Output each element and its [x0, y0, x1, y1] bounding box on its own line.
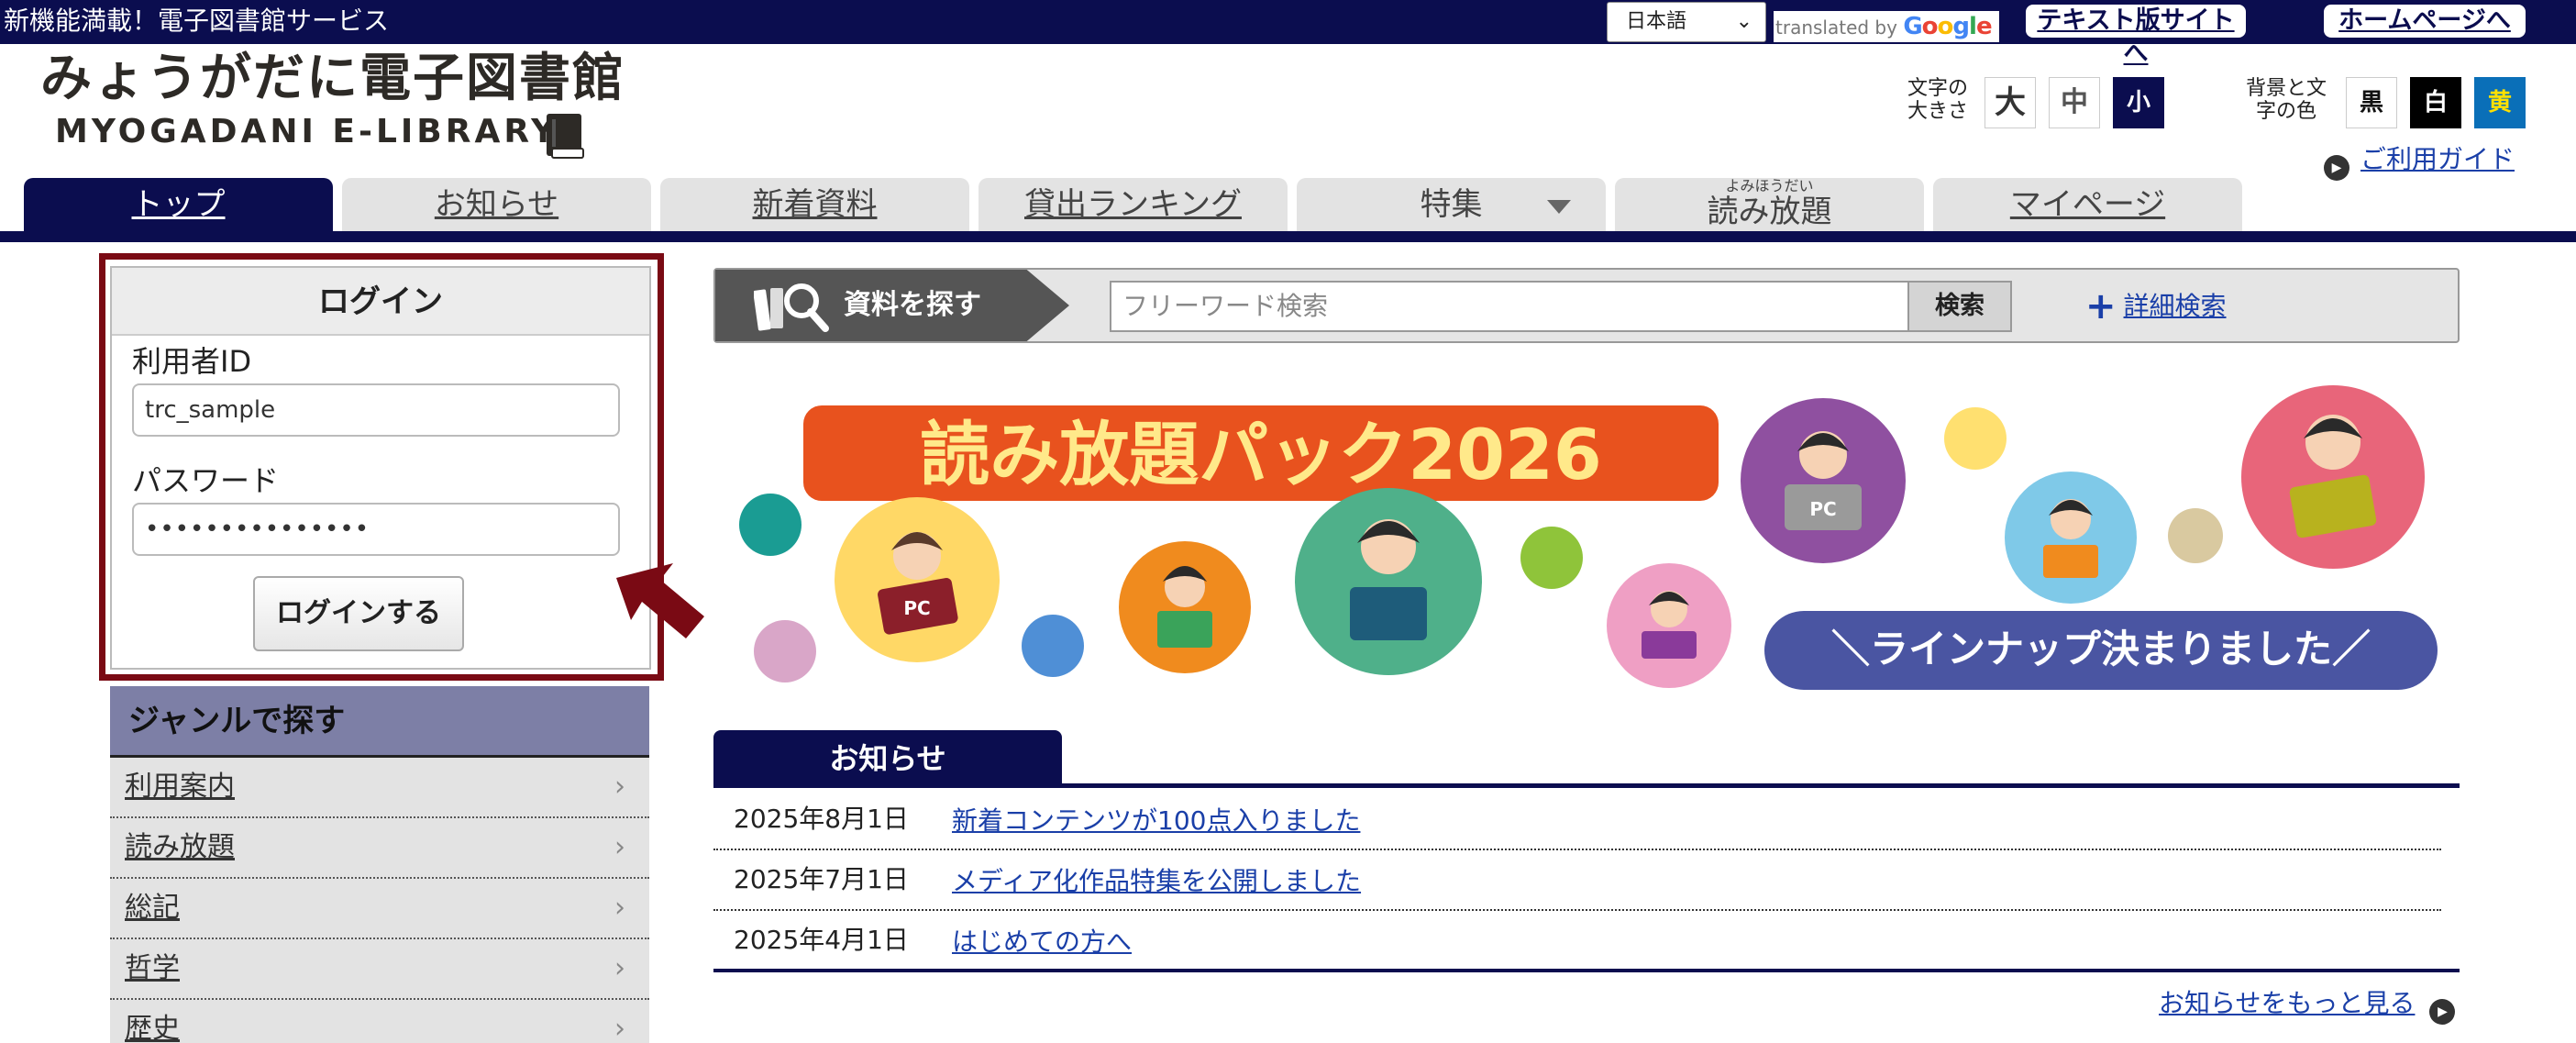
genre-section-title: ジャンルで探す	[110, 686, 649, 758]
news-more-link[interactable]: お知らせをもっと見る ▶	[2159, 987, 2456, 1025]
genre-item[interactable]: 利用案内 ›	[110, 758, 649, 818]
translated-by-text: translated by	[1775, 17, 1897, 39]
tab-features[interactable]: 特集	[1297, 178, 1606, 231]
triangle-down-icon	[1547, 200, 1571, 214]
genre-item[interactable]: 総記 ›	[110, 879, 649, 939]
usage-guide-link[interactable]: ▶ ご利用ガイド	[2324, 143, 2515, 181]
tab-mypage[interactable]: マイページ	[1933, 178, 2242, 231]
news-section-title: お知らせ	[713, 730, 1062, 785]
top-bar: 新機能満載！電子図書館サービス 日本語 ⌄ translated by Goog…	[0, 0, 2576, 68]
play-circle-icon: ▶	[2324, 155, 2349, 181]
google-logo: Google	[1903, 13, 1992, 40]
news-row: 2025年4月1日 はじめての方へ	[713, 911, 2441, 971]
genre-item[interactable]: 哲学 ›	[110, 939, 649, 1000]
news-row: 2025年8月1日 新着コンテンツが100点入りました	[713, 790, 2441, 850]
unlimited-reading-banner[interactable]: 読み放題パック2026 PC PC ＼ラインナップ決まりました／	[713, 367, 2460, 706]
play-circle-icon: ▶	[2429, 999, 2456, 1025]
search-input[interactable]: フリーワード検索	[1110, 281, 1909, 332]
font-size-small-button[interactable]: 小	[2113, 77, 2164, 128]
news-title-link[interactable]: メディア化作品特集を公開しました	[952, 865, 1361, 898]
tab-label: お知らせ	[434, 186, 559, 223]
banner-title: 読み放題パック2026	[920, 414, 1602, 495]
plus-icon: +	[2085, 285, 2117, 327]
color-yellow-button[interactable]: 黄	[2474, 77, 2526, 128]
genre-item-label: 読み放題	[125, 831, 235, 863]
google-translate-badge[interactable]: translated by Google	[1774, 11, 1999, 42]
font-size-medium-button[interactable]: 中	[2049, 77, 2100, 128]
user-id-label: 利用者ID	[132, 344, 252, 379]
font-size-label: 文字の大きさ	[1907, 77, 1968, 123]
color-white-button[interactable]: 白	[2410, 77, 2461, 128]
genre-item-label: 歴史	[125, 1013, 180, 1043]
news-date: 2025年4月1日	[734, 925, 909, 955]
search-button[interactable]: 検索	[1907, 281, 2012, 332]
chevron-right-icon: ›	[614, 952, 625, 984]
background-color-label: 背景と文字の色	[2245, 77, 2327, 123]
font-size-large-button[interactable]: 大	[1985, 77, 2036, 128]
site-logo-japanese[interactable]: みょうがだに電子図書館	[40, 50, 625, 108]
usage-guide-label: ご利用ガイド	[2360, 144, 2515, 174]
news-date: 2025年8月1日	[734, 804, 909, 834]
tab-label: マイページ	[2009, 186, 2166, 223]
tab-label: 特集	[1420, 186, 1483, 223]
tab-ranking[interactable]: 貸出ランキング	[978, 178, 1288, 231]
chevron-right-icon: ›	[614, 1013, 625, 1043]
password-input[interactable]: •••••••••••••••	[132, 503, 620, 556]
homepage-link[interactable]: ホームページへ	[2324, 5, 2526, 38]
book-search-icon	[754, 283, 829, 332]
news-top-line	[713, 783, 2460, 788]
login-title: ログイン	[112, 268, 649, 336]
tab-news[interactable]: お知らせ	[342, 178, 651, 231]
chevron-right-icon: ›	[614, 831, 625, 863]
genre-item-label: 利用案内	[125, 771, 235, 803]
news-bottom-line	[713, 969, 2460, 972]
book-icon	[547, 114, 584, 159]
tab-unlimited-reading[interactable]: よみほうだい 読み放題	[1615, 178, 1924, 231]
news-title-link[interactable]: はじめての方へ	[952, 926, 1132, 959]
laptop-label: PC	[903, 597, 930, 619]
pointer-arrow-icon	[616, 563, 704, 638]
site-tagline: 新機能満載！電子図書館サービス	[4, 6, 390, 36]
genre-item-label: 総記	[125, 892, 180, 924]
advanced-search-label: 詳細検索	[2123, 291, 2227, 321]
login-panel: ログイン 利用者ID trc_sample パスワード ••••••••••••…	[110, 266, 651, 670]
language-select[interactable]: 日本語 ⌄	[1607, 2, 1766, 42]
advanced-search-link[interactable]: + 詳細検索	[2085, 288, 2227, 325]
genre-item-label: 哲学	[125, 952, 180, 984]
tab-ruby: よみほうだい	[1725, 177, 1814, 194]
tab-label: トップ	[131, 186, 226, 223]
tab-label: 貸出ランキング	[1024, 186, 1242, 223]
text-site-link[interactable]: テキスト版サイトへ	[2026, 5, 2246, 68]
news-more-label: お知らせをもっと見る	[2159, 988, 2416, 1018]
site-logo-english[interactable]: MYOGADANI E-LIBRARY	[55, 112, 558, 152]
chevron-down-icon: ⌄	[1735, 10, 1752, 33]
banner-subtitle: ＼ラインナップ決まりました／	[1831, 627, 2371, 671]
chevron-right-icon: ›	[614, 771, 625, 803]
tab-label: 新着資料	[752, 186, 878, 223]
search-section-label: 資料を探す	[715, 270, 1069, 341]
chevron-right-icon: ›	[614, 892, 625, 924]
search-section-title: 資料を探す	[844, 289, 981, 321]
nav-underline	[0, 231, 2576, 242]
tab-top[interactable]: トップ	[24, 178, 333, 231]
laptop-label: PC	[1809, 498, 1836, 520]
tab-new-arrivals[interactable]: 新着資料	[660, 178, 969, 231]
genre-item[interactable]: 読み放題 ›	[110, 818, 649, 879]
genre-item[interactable]: 歴史 ›	[110, 1000, 649, 1043]
news-row: 2025年7月1日 メディア化作品特集を公開しました	[713, 850, 2441, 911]
news-title-link[interactable]: 新着コンテンツが100点入りました	[952, 804, 1360, 838]
color-black-button[interactable]: 黒	[2346, 77, 2397, 128]
password-label: パスワード	[132, 463, 280, 498]
login-button[interactable]: ログインする	[253, 576, 464, 651]
language-select-value: 日本語	[1626, 10, 1687, 33]
news-date: 2025年7月1日	[734, 864, 909, 894]
user-id-input[interactable]: trc_sample	[132, 383, 620, 437]
